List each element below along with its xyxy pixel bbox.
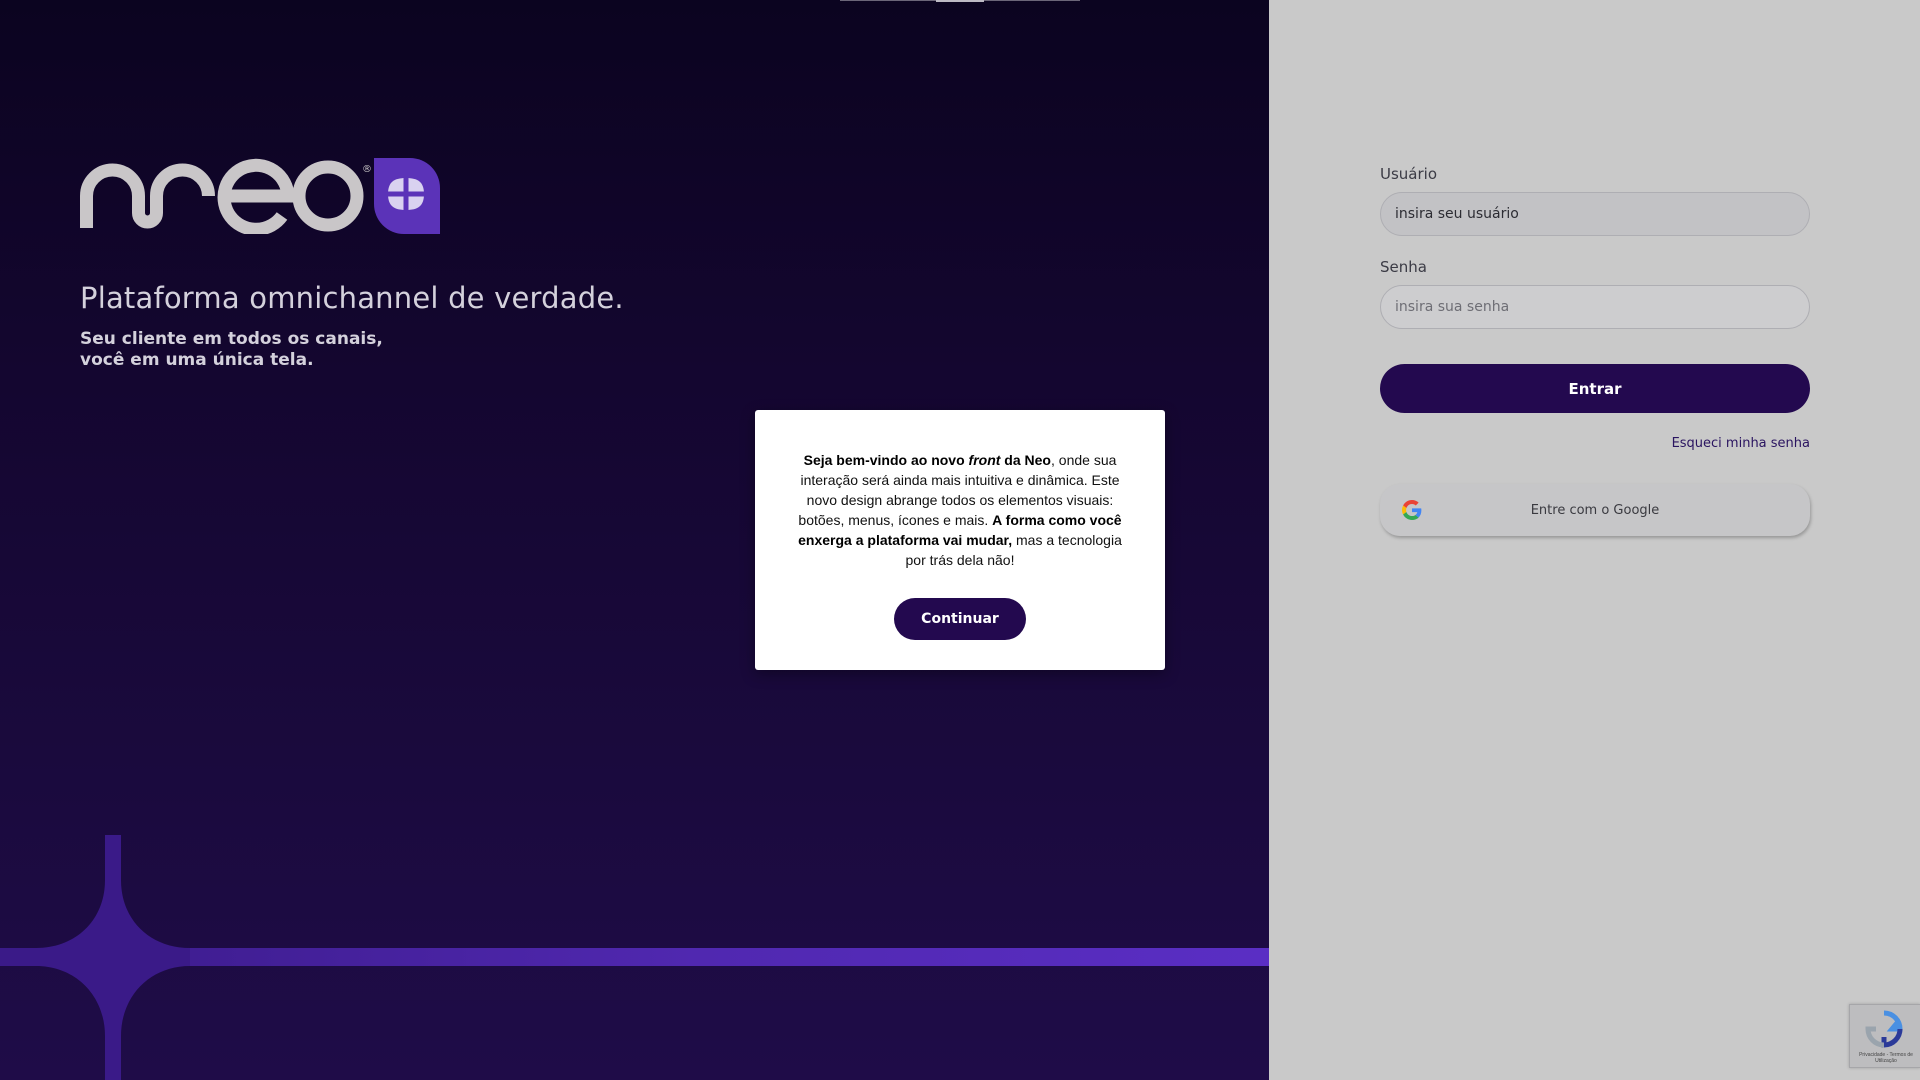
- hero-subtitle: Seu cliente em todos os canais, você em …: [80, 329, 480, 371]
- password-label: Senha: [1380, 258, 1427, 276]
- hero-title: Plataforma omnichannel de verdade.: [80, 281, 624, 315]
- login-panel: Usuário Senha Entrar Esqueci minha senha…: [1269, 0, 1920, 1080]
- recaptcha-icon: [1865, 1010, 1903, 1048]
- google-login-button[interactable]: Entre com o Google: [1380, 484, 1810, 536]
- password-input[interactable]: [1380, 285, 1810, 329]
- neo-logo: neo ®: [80, 158, 440, 234]
- google-icon: [1402, 500, 1422, 520]
- hero-subtitle-line1: Seu cliente em todos os canais,: [80, 329, 383, 349]
- login-button[interactable]: Entrar: [1380, 364, 1810, 413]
- recaptcha-footer[interactable]: Privacidade - Termos de Utilização: [1854, 1052, 1918, 1064]
- hero-subtitle-line2: você em uma única tela.: [80, 350, 314, 370]
- welcome-message: Seja bem-vindo ao novo front da Neo, ond…: [798, 452, 1122, 568]
- carousel-indicator: [840, 0, 1080, 2]
- decorative-star-graphic: [0, 835, 1269, 1080]
- continue-button[interactable]: Continuar: [894, 598, 1026, 640]
- forgot-password-link[interactable]: Esqueci minha senha: [1380, 436, 1810, 451]
- username-input[interactable]: [1380, 192, 1810, 236]
- carousel-indicator-active[interactable]: [936, 0, 984, 2]
- recaptcha-badge[interactable]: Privacidade - Termos de Utilização: [1849, 1004, 1920, 1068]
- username-label: Usuário: [1380, 165, 1438, 183]
- google-login-label: Entre com o Google: [1530, 502, 1660, 518]
- welcome-modal: Seja bem-vindo ao novo front da Neo, ond…: [755, 410, 1165, 670]
- registered-mark: ®: [362, 164, 372, 175]
- neo-badge-icon: [374, 158, 440, 234]
